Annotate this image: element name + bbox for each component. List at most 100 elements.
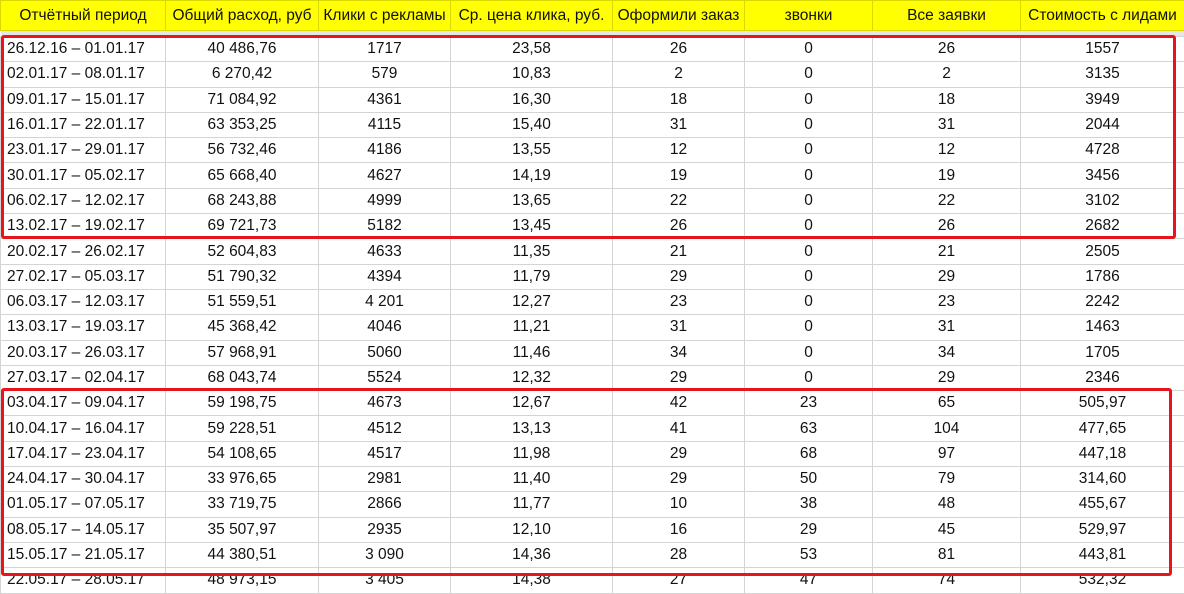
table-cell[interactable]: 2935 (319, 517, 451, 542)
table-cell[interactable]: 3102 (1021, 188, 1184, 213)
column-header[interactable]: Клики с рекламы (319, 1, 451, 31)
table-cell[interactable]: 74 (873, 568, 1021, 593)
table-cell[interactable]: 26 (873, 37, 1021, 62)
table-cell[interactable]: 50 (745, 467, 873, 492)
table-cell[interactable]: 4999 (319, 188, 451, 213)
table-cell[interactable]: 0 (745, 239, 873, 264)
table-cell[interactable]: 71 084,92 (166, 87, 319, 112)
table-cell[interactable]: 0 (745, 214, 873, 239)
table-cell[interactable]: 4517 (319, 441, 451, 466)
table-cell[interactable]: 16 (613, 517, 745, 542)
table-cell[interactable]: 45 (873, 517, 1021, 542)
table-cell[interactable]: 3949 (1021, 87, 1184, 112)
table-cell[interactable]: 29 (613, 467, 745, 492)
table-cell[interactable]: 12,10 (451, 517, 613, 542)
table-cell[interactable]: 1557 (1021, 37, 1184, 62)
column-header[interactable]: звонки (745, 1, 873, 31)
table-cell[interactable]: 42 (613, 391, 745, 416)
table-cell[interactable]: 11,46 (451, 340, 613, 365)
table-cell[interactable]: 0 (745, 188, 873, 213)
table-cell[interactable]: 45 368,42 (166, 315, 319, 340)
table-cell[interactable]: 68 243,88 (166, 188, 319, 213)
table-cell[interactable]: 26 (873, 214, 1021, 239)
table-cell[interactable]: 26.12.16 – 01.01.17 (1, 37, 166, 62)
table-cell[interactable]: 532,32 (1021, 568, 1184, 593)
table-cell[interactable]: 29 (613, 441, 745, 466)
table-cell[interactable]: 31 (613, 315, 745, 340)
table-cell[interactable]: 18 (613, 87, 745, 112)
table-cell[interactable]: 0 (745, 340, 873, 365)
table-cell[interactable]: 59 228,51 (166, 416, 319, 441)
table-cell[interactable]: 1463 (1021, 315, 1184, 340)
column-header[interactable]: Ср. цена клика, руб. (451, 1, 613, 31)
table-cell[interactable]: 314,60 (1021, 467, 1184, 492)
table-cell[interactable]: 23,58 (451, 37, 613, 62)
table-cell[interactable]: 2242 (1021, 289, 1184, 314)
table-cell[interactable]: 4512 (319, 416, 451, 441)
table-cell[interactable]: 24.04.17 – 30.04.17 (1, 467, 166, 492)
table-cell[interactable]: 41 (613, 416, 745, 441)
table-cell[interactable]: 06.03.17 – 12.03.17 (1, 289, 166, 314)
table-cell[interactable]: 2 (873, 62, 1021, 87)
table-cell[interactable]: 4394 (319, 264, 451, 289)
table-cell[interactable]: 13,65 (451, 188, 613, 213)
table-cell[interactable]: 5524 (319, 365, 451, 390)
table-cell[interactable]: 51 559,51 (166, 289, 319, 314)
table-cell[interactable]: 16.01.17 – 22.01.17 (1, 112, 166, 137)
column-header[interactable]: Общий расход, руб (166, 1, 319, 31)
table-cell[interactable]: 579 (319, 62, 451, 87)
table-cell[interactable]: 104 (873, 416, 1021, 441)
table-cell[interactable]: 29 (613, 264, 745, 289)
table-cell[interactable]: 12 (613, 138, 745, 163)
table-cell[interactable]: 31 (873, 112, 1021, 137)
table-cell[interactable]: 54 108,65 (166, 441, 319, 466)
table-cell[interactable]: 3 405 (319, 568, 451, 593)
table-cell[interactable]: 477,65 (1021, 416, 1184, 441)
table-cell[interactable]: 0 (745, 37, 873, 62)
table-cell[interactable]: 48 973,15 (166, 568, 319, 593)
table-cell[interactable]: 22 (613, 188, 745, 213)
table-cell[interactable]: 4186 (319, 138, 451, 163)
table-cell[interactable]: 2505 (1021, 239, 1184, 264)
table-cell[interactable]: 4627 (319, 163, 451, 188)
table-cell[interactable]: 2682 (1021, 214, 1184, 239)
table-cell[interactable]: 529,97 (1021, 517, 1184, 542)
table-cell[interactable]: 14,38 (451, 568, 613, 593)
table-cell[interactable]: 12 (873, 138, 1021, 163)
table-cell[interactable]: 13.03.17 – 19.03.17 (1, 315, 166, 340)
column-header[interactable]: Стоимость с лидами (1021, 1, 1184, 31)
table-cell[interactable]: 11,79 (451, 264, 613, 289)
table-cell[interactable]: 19 (873, 163, 1021, 188)
table-cell[interactable]: 52 604,83 (166, 239, 319, 264)
table-cell[interactable]: 10 (613, 492, 745, 517)
table-cell[interactable]: 0 (745, 138, 873, 163)
table-cell[interactable]: 4046 (319, 315, 451, 340)
table-cell[interactable]: 0 (745, 87, 873, 112)
table-cell[interactable]: 29 (745, 517, 873, 542)
table-cell[interactable]: 57 968,91 (166, 340, 319, 365)
table-cell[interactable]: 48 (873, 492, 1021, 517)
table-cell[interactable]: 31 (873, 315, 1021, 340)
table-cell[interactable]: 19 (613, 163, 745, 188)
table-cell[interactable]: 38 (745, 492, 873, 517)
table-cell[interactable]: 06.02.17 – 12.02.17 (1, 188, 166, 213)
table-cell[interactable]: 1705 (1021, 340, 1184, 365)
table-cell[interactable]: 1786 (1021, 264, 1184, 289)
table-cell[interactable]: 51 790,32 (166, 264, 319, 289)
table-cell[interactable]: 20.03.17 – 26.03.17 (1, 340, 166, 365)
table-cell[interactable]: 29 (873, 264, 1021, 289)
table-cell[interactable]: 15,40 (451, 112, 613, 137)
table-cell[interactable]: 47 (745, 568, 873, 593)
table-cell[interactable]: 29 (873, 365, 1021, 390)
table-cell[interactable]: 10,83 (451, 62, 613, 87)
table-cell[interactable]: 11,35 (451, 239, 613, 264)
table-cell[interactable]: 65 (873, 391, 1021, 416)
table-cell[interactable]: 97 (873, 441, 1021, 466)
table-cell[interactable]: 443,81 (1021, 542, 1184, 567)
table-cell[interactable]: 2866 (319, 492, 451, 517)
table-cell[interactable]: 31 (613, 112, 745, 137)
table-cell[interactable]: 22.05.17 – 28.05.17 (1, 568, 166, 593)
table-cell[interactable]: 44 380,51 (166, 542, 319, 567)
table-cell[interactable]: 63 353,25 (166, 112, 319, 137)
table-cell[interactable]: 2981 (319, 467, 451, 492)
